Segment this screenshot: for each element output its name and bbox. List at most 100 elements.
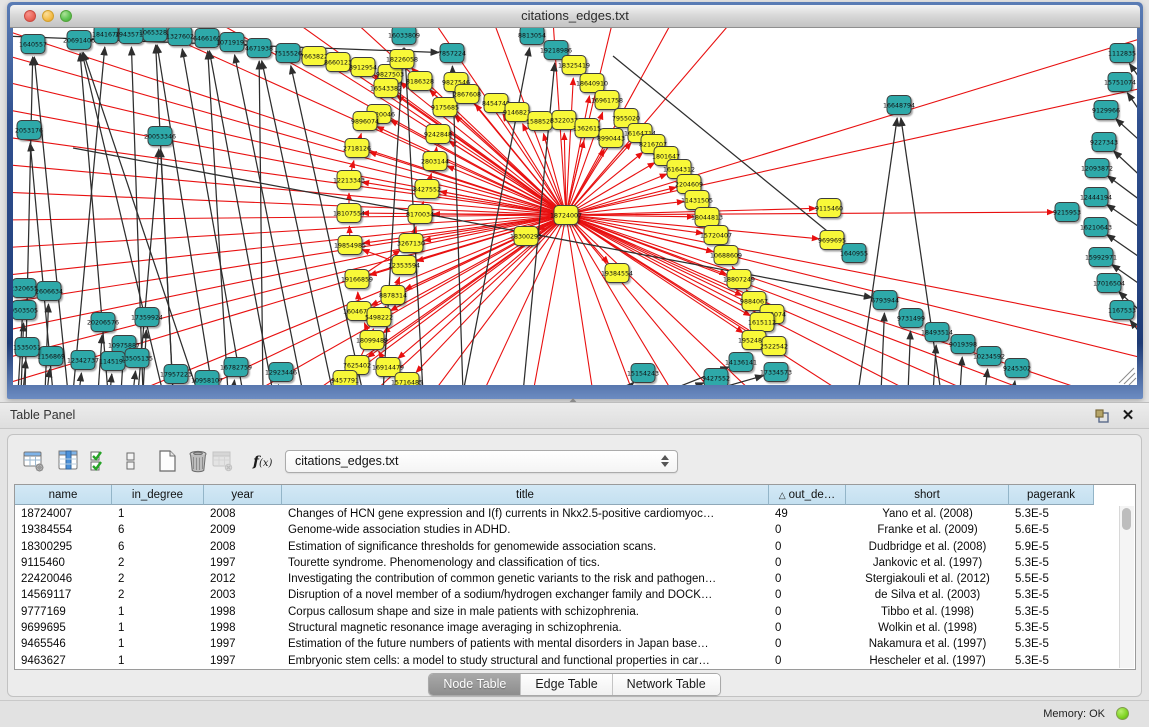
graph-node[interactable]: 15720407 [700,226,732,245]
graph-node[interactable]: 16543382 [370,79,402,98]
graph-node[interactable]: 2718126 [343,139,371,158]
graph-node[interactable]: 9427552 [702,369,730,386]
graph-node[interactable]: 1640955 [840,244,868,263]
graph-node[interactable]: 9019398 [949,335,977,354]
tab-network-table[interactable]: Network Table [612,674,720,695]
graph-node[interactable]: 18493514 [921,323,953,342]
graph-node[interactable]: 9457791 [331,371,359,386]
graph-node[interactable]: 10688609 [710,246,742,265]
table-settings-icon[interactable] [22,448,46,474]
graph-node[interactable]: 15716485 [391,373,423,386]
graph-node[interactable]: 18107554 [333,204,365,223]
graph-node[interactable]: 12093872 [1081,159,1113,178]
graph-node[interactable]: 16648794 [883,96,915,115]
network-window-titlebar[interactable]: citations_edges.txt [10,5,1140,28]
graph-node[interactable]: 17957223 [160,365,192,384]
graph-node[interactable]: 16961758 [591,91,623,110]
graph-node[interactable]: 1167533 [1108,301,1136,320]
graph-node[interactable]: 9215953 [1053,203,1081,222]
select-columns-icon[interactable] [56,448,80,474]
graph-node[interactable]: 9115460 [815,199,843,218]
graph-node[interactable]: 10719193 [216,33,248,52]
graph-node[interactable]: 18724007 [550,206,582,225]
graph-node[interactable]: 8427552 [413,180,441,199]
graph-node[interactable]: 18640910 [576,74,608,93]
graph-node[interactable]: 2606634 [35,282,63,301]
tab-edge-table[interactable]: Edge Table [520,674,611,695]
graph-node[interactable]: 15154243 [627,364,659,383]
close-icon[interactable]: ✕ [1119,407,1137,425]
graph-node[interactable]: 8990443 [597,129,625,148]
graph-node[interactable]: 8186328 [406,72,434,91]
graph-node[interactable]: 15992971 [1085,248,1117,267]
table-row[interactable]: 969969511998Structural magnetic resonanc… [15,620,1135,636]
graph-node[interactable]: 18300295 [510,227,542,246]
graph-node[interactable]: 20691406 [63,31,95,50]
row-checklist-icon[interactable] [87,448,111,474]
graph-node[interactable]: 1112835 [1108,44,1136,63]
graph-node[interactable]: 20206576 [87,313,119,332]
graph-node[interactable]: 12213343 [333,171,365,190]
column-header-name[interactable]: name [15,485,112,505]
graph-node[interactable]: 18099489 [356,331,388,350]
cell-pair-icon[interactable] [119,448,143,474]
graph-node[interactable]: 14136141 [725,353,757,372]
graph-node[interactable]: 12353594 [388,256,420,275]
graph-node[interactable]: 9731499 [897,309,925,328]
graph-node[interactable]: 8813054 [518,28,546,45]
column-header-short[interactable]: short [846,485,1009,505]
column-header-year[interactable]: year [204,485,282,505]
tab-node-table[interactable]: Node Table [429,674,520,695]
network-canvas[interactable]: 1640557206914061841674194357141065328713… [13,28,1137,385]
graph-node[interactable]: 2522542 [760,337,788,356]
table-row[interactable]: 911546021997Tourette syndrome. Phenomeno… [15,555,1135,571]
graph-node[interactable]: 16782759 [220,358,252,377]
graph-node[interactable]: 18807249 [723,270,755,289]
column-header-pagerank[interactable]: pagerank [1009,485,1094,505]
table-row[interactable]: 946554611997Estimation of the future num… [15,636,1135,652]
graph-node[interactable]: 9503505 [13,301,38,320]
graph-node[interactable]: 18044813 [691,208,723,227]
graph-node[interactable]: 18325419 [558,56,590,75]
column-header-title[interactable]: title [282,485,769,505]
graph-node[interactable]: 17334573 [760,363,792,382]
graph-node[interactable]: 1327602 [166,28,194,46]
graph-node[interactable]: 17016504 [1093,274,1125,293]
table-row[interactable]: 1830029562008Estimation of significance … [15,539,1135,555]
graph-node[interactable]: 10958107 [191,371,223,386]
table-row[interactable]: 946362711997Embryonic stem cells: a mode… [15,653,1135,669]
graph-node[interactable]: 19854985 [334,236,366,255]
vertical-scrollbar[interactable] [1119,506,1134,668]
graph-node[interactable]: 4671938 [245,39,273,58]
float-window-icon[interactable] [1093,407,1111,425]
graph-node[interactable]: 12342737 [67,351,99,370]
graph-node[interactable]: 1535051 [13,338,41,357]
graph-node[interactable]: 1640557 [19,35,47,54]
trash-icon[interactable] [186,448,210,474]
graph-node[interactable]: 8912954 [349,58,377,77]
graph-node[interactable]: 9227343 [1090,133,1118,152]
graph-node[interactable]: 1156869 [37,347,65,366]
graph-node[interactable]: 9896074 [351,112,379,131]
graph-node[interactable]: 8170034 [406,205,434,224]
graph-node[interactable]: 17359924 [131,308,163,327]
graph-node[interactable]: 9242848 [424,125,452,144]
graph-node[interactable]: 2867608 [453,85,481,104]
table-row[interactable]: 1872400712008Changes of HCN gene express… [15,506,1135,522]
table-row[interactable]: 1456911722003Disruption of a novel membe… [15,587,1135,603]
graph-node[interactable]: 16210643 [1080,218,1112,237]
graph-node[interactable]: 8878314 [379,286,407,305]
new-document-icon[interactable] [155,448,179,474]
graph-node[interactable]: 20053346 [144,127,176,146]
table-row[interactable]: 1938455462009Genome-wide association stu… [15,522,1135,538]
graph-node[interactable]: 15751074 [1104,73,1136,92]
graph-node[interactable]: 16033809 [388,28,420,45]
graph-node[interactable]: 3267130 [397,234,425,253]
graph-node[interactable]: 6793944 [871,291,899,310]
graph-node[interactable]: 9245302 [1003,359,1031,378]
graph-node[interactable]: 19166859 [341,270,373,289]
scrollbar-thumb[interactable] [1122,508,1131,530]
graph-node[interactable]: 2803144 [421,152,449,171]
graph-node[interactable]: 11431505 [681,191,713,210]
graph-node[interactable]: 2053176 [15,121,43,140]
